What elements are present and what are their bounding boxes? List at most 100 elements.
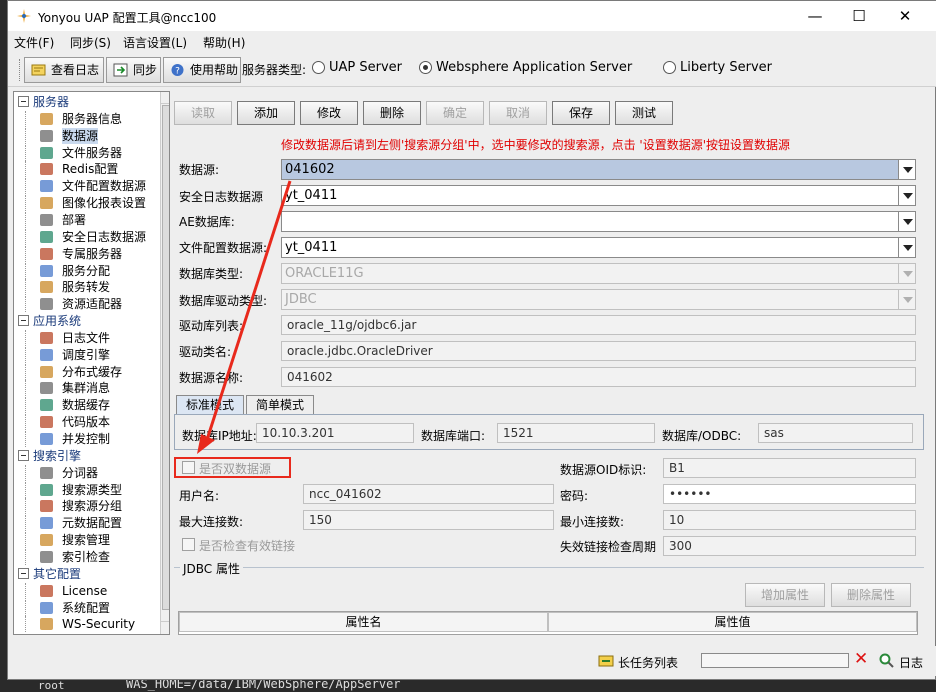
menu-sync[interactable]: 同步(S) xyxy=(70,34,111,51)
close-button[interactable]: ✕ xyxy=(883,1,927,31)
security-log-select[interactable]: yt_0411 xyxy=(281,185,916,206)
username-field[interactable]: ncc_041602 xyxy=(303,484,554,504)
tree-item[interactable]: 搜索源类型 xyxy=(14,481,158,498)
radio-liberty[interactable] xyxy=(663,61,676,74)
view-log-label: 查看日志 xyxy=(51,63,100,77)
tree-item[interactable]: 数据源 xyxy=(14,127,158,144)
tree-item[interactable]: 应用系统 xyxy=(14,313,158,329)
folder-icon xyxy=(18,567,29,579)
tree-item[interactable]: 文件配置数据源 xyxy=(14,178,158,195)
tree-item[interactable]: 服务分配 xyxy=(14,262,158,279)
tree-item[interactable]: WS-Security xyxy=(14,616,158,633)
db-type-select[interactable]: ORACLE11G xyxy=(281,263,916,284)
tree-item[interactable]: 集群消息 xyxy=(14,380,158,397)
save-button[interactable]: 保存 xyxy=(552,101,610,125)
test-button[interactable]: 测试 xyxy=(615,101,673,125)
tree-item-label: 代码版本 xyxy=(62,415,111,430)
radio-websphere[interactable] xyxy=(419,61,432,74)
tree-connector xyxy=(25,515,26,532)
tree-item[interactable]: 元数据配置 xyxy=(14,515,158,532)
invalid-period-field[interactable]: 300 xyxy=(663,536,916,556)
sync-label: 同步 xyxy=(133,63,158,77)
node-icon xyxy=(40,618,53,631)
tree-item[interactable]: 部署 xyxy=(14,211,158,228)
long-task-list-link[interactable]: 长任务列表 xyxy=(618,654,678,671)
max-conn-field[interactable]: 150 xyxy=(303,510,554,530)
tree-item[interactable]: 服务转发 xyxy=(14,279,158,296)
tree-item[interactable]: 其它配置 xyxy=(14,566,158,582)
tree-item[interactable]: 图像化报表设置 xyxy=(14,195,158,212)
tree-item[interactable]: 索引检查 xyxy=(14,548,158,565)
tree-connector xyxy=(25,431,26,447)
ds-name-field[interactable]: 041602 xyxy=(281,367,916,387)
navigation-tree: 服务器 服务器信息 数据源 文件服务器 Redis配置 文件配置数据源 图像化报表设置 部署安… xyxy=(13,91,170,635)
menu-help[interactable]: 帮助(H) xyxy=(203,34,245,51)
tree-item[interactable]: Redis配置 xyxy=(14,161,158,178)
tree-item[interactable]: 并发控制 xyxy=(14,431,158,447)
check-valid-checkbox[interactable] xyxy=(182,538,195,551)
help-label: 使用帮助 xyxy=(190,63,239,77)
tree-item-label: 集群消息 xyxy=(62,381,111,396)
tree-item[interactable]: 代码版本 xyxy=(14,414,158,431)
tree-item[interactable]: 搜索管理 xyxy=(14,532,158,549)
driver-list-field[interactable]: oracle_11g/ojdbc6.jar xyxy=(281,315,916,335)
password-field[interactable]: •••••• xyxy=(663,484,916,504)
help-button[interactable]: ? 使用帮助 xyxy=(163,57,241,83)
node-icon xyxy=(40,584,53,597)
tree-item[interactable]: 搜索引擎 xyxy=(14,448,158,464)
tree-item[interactable]: 服务器信息 xyxy=(14,110,158,127)
tree-item-label: 分布式缓存 xyxy=(62,364,123,379)
jdbc-table: 属性名 属性值 xyxy=(178,611,918,635)
tree-item-label: 服务转发 xyxy=(62,280,111,295)
tree-item[interactable]: License xyxy=(14,582,158,599)
minimize-button[interactable]: — xyxy=(793,1,837,31)
tree-item[interactable]: 日志文件 xyxy=(14,329,158,346)
scroll-up-arrow[interactable] xyxy=(161,92,169,104)
confirm-button[interactable]: 确定 xyxy=(426,101,484,125)
tree-item[interactable]: 服务器 xyxy=(14,94,158,110)
read-button[interactable]: 读取 xyxy=(174,101,232,125)
db-odbc-field[interactable]: sas xyxy=(758,423,913,443)
tree-item[interactable]: 系统配置 xyxy=(14,599,158,616)
scroll-down-arrow[interactable] xyxy=(161,621,169,633)
tree-item[interactable]: 专属服务器 xyxy=(14,245,158,262)
tree-item[interactable]: 资源适配器 xyxy=(14,296,158,313)
folder-icon xyxy=(18,449,29,461)
driver-class-field[interactable]: oracle.jdbc.OracleDriver xyxy=(281,341,916,361)
clear-x-icon[interactable]: ✕ xyxy=(854,649,868,669)
jdbc-col-value[interactable]: 属性值 xyxy=(548,612,917,632)
delete-property-button[interactable]: 删除属性 xyxy=(831,583,911,607)
jdbc-col-name[interactable]: 属性名 xyxy=(179,612,548,632)
add-property-button[interactable]: 增加属性 xyxy=(745,583,825,607)
db-port-field[interactable]: 1521 xyxy=(497,423,655,443)
tree-item[interactable]: 分词器 xyxy=(14,464,158,481)
scroll-thumb[interactable] xyxy=(162,105,169,610)
tree-vertical-scrollbar[interactable] xyxy=(160,92,169,634)
menu-file[interactable]: 文件(F) xyxy=(14,34,54,51)
tree-item[interactable]: 安全日志数据源 xyxy=(14,228,158,245)
sync-button[interactable]: 同步 xyxy=(106,57,161,83)
add-button[interactable]: 添加 xyxy=(237,101,295,125)
tree-item[interactable]: 文件服务器 xyxy=(14,144,158,161)
radio-uap-server[interactable] xyxy=(312,61,325,74)
chevron-down-icon xyxy=(898,290,915,309)
min-conn-field[interactable]: 10 xyxy=(663,510,916,530)
modify-button[interactable]: 修改 xyxy=(300,101,358,125)
menu-language[interactable]: 语言设置(L) xyxy=(123,34,187,51)
log-link[interactable]: 日志 xyxy=(899,654,923,671)
chevron-down-icon xyxy=(898,238,915,257)
node-icon xyxy=(40,331,53,344)
db-driver-type-select[interactable]: JDBC xyxy=(281,289,916,310)
cancel-button[interactable]: 取消 xyxy=(489,101,547,125)
tree-item[interactable]: 搜索源分组 xyxy=(14,498,158,515)
datasource-select[interactable]: 041602 xyxy=(281,159,916,180)
maximize-button[interactable]: ☐ xyxy=(837,1,881,31)
oid-field[interactable]: B1 xyxy=(663,458,916,478)
file-config-select[interactable]: yt_0411 xyxy=(281,237,916,258)
tree-item[interactable]: 数据缓存 xyxy=(14,397,158,414)
ae-db-select[interactable] xyxy=(281,211,916,232)
tree-item[interactable]: 调度引擎 xyxy=(14,346,158,363)
view-log-button[interactable]: 查看日志 xyxy=(24,57,104,83)
delete-button[interactable]: 删除 xyxy=(363,101,421,125)
tree-item[interactable]: 分布式缓存 xyxy=(14,363,158,380)
